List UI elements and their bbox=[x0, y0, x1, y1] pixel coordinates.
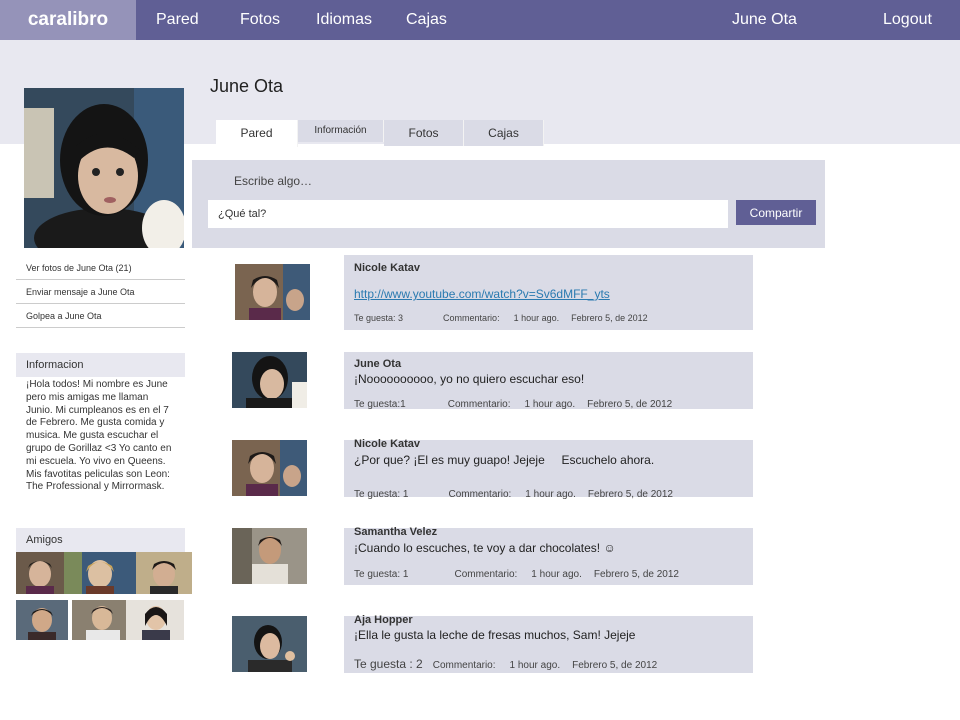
post-meta: Te guesta: 1 Commentario: 1 hour ago. Febre… bbox=[354, 569, 699, 580]
post-author-avatar[interactable] bbox=[232, 616, 307, 672]
friends-header: Amigos bbox=[16, 528, 185, 552]
tab-cajas[interactable]: Cajas bbox=[464, 120, 544, 146]
wall-post: Aja Hopper ¡Ella le gusta la leche de fr… bbox=[344, 614, 753, 673]
post-comment-link[interactable]: Commentario: bbox=[454, 569, 517, 580]
post-likes[interactable]: Te guesta : 2 bbox=[354, 657, 423, 671]
tab-pared[interactable]: Pared bbox=[216, 120, 298, 147]
post-author[interactable]: Aja Hopper bbox=[354, 614, 413, 626]
friend-photo[interactable] bbox=[64, 552, 136, 594]
post-comment-link[interactable]: Commentario: bbox=[448, 399, 511, 410]
post-author[interactable]: Samantha Velez bbox=[354, 526, 437, 538]
post-body: ¡Noooooooooo, yo no quiero escuchar eso! bbox=[354, 372, 585, 386]
post-author-avatar[interactable] bbox=[235, 264, 310, 320]
post-likes[interactable]: Te guesta:1 bbox=[354, 399, 406, 410]
post-likes[interactable]: Te guesta: 1 bbox=[354, 489, 408, 500]
post-likes[interactable]: Te guesta: 1 bbox=[354, 569, 408, 580]
post-author[interactable]: Nicole Katav bbox=[354, 262, 420, 274]
post-meta: Te guesta : 2 Commentario: 1 hour ago. Febr… bbox=[354, 657, 677, 671]
wall-post: Nicole Katav http://www.youtube.com/watc… bbox=[344, 255, 753, 330]
share-button[interactable]: Compartir bbox=[736, 200, 816, 225]
info-text: ¡Hola todos! Mi nombre es June pero mis … bbox=[26, 379, 172, 493]
post-link[interactable]: http://www.youtube.com/watch?v=Sv6dMFF_y… bbox=[354, 287, 610, 301]
post-likes[interactable]: Te guesta: 3 bbox=[354, 313, 403, 323]
tab-informacion[interactable]: Información bbox=[298, 120, 384, 142]
post-time: 1 hour ago. bbox=[531, 569, 582, 580]
friend-photo[interactable] bbox=[136, 552, 192, 594]
post-date: Febrero 5, de 2012 bbox=[571, 313, 648, 323]
friend-photo[interactable] bbox=[72, 600, 126, 640]
info-header: Informacion bbox=[16, 353, 185, 377]
post-date: Febrero 5, de 2012 bbox=[587, 489, 673, 500]
logout-link[interactable]: Logout bbox=[883, 0, 932, 40]
wall-post: Samantha Velez ¡Cuando lo escuches, te v… bbox=[344, 526, 753, 585]
post-author-avatar[interactable] bbox=[232, 352, 307, 408]
post-author[interactable]: June Ota bbox=[354, 358, 401, 370]
post-body: ¡Cuando lo escuches, te voy a dar chocol… bbox=[354, 541, 616, 555]
post-comment-link[interactable]: Commentario: bbox=[443, 313, 500, 323]
top-nav-bar: caralibro Pared Fotos Idiomas Cajas June… bbox=[0, 0, 960, 40]
post-time: 1 hour ago. bbox=[513, 313, 560, 323]
view-photos-link[interactable]: Ver fotos de June Ota (21) bbox=[16, 256, 185, 280]
post-meta: Te guesta: 1 Commentario: 1 hour ago. Febre… bbox=[354, 489, 693, 500]
nav-user-name[interactable]: June Ota bbox=[732, 0, 797, 40]
friend-photo[interactable] bbox=[16, 552, 64, 594]
friend-photo[interactable] bbox=[16, 600, 68, 640]
post-author-avatar[interactable] bbox=[232, 440, 307, 496]
post-comment-link[interactable]: Commentario: bbox=[433, 660, 496, 671]
post-date: Febrero 5, de 2012 bbox=[593, 569, 679, 580]
post-date: Febrero 5, de 2012 bbox=[587, 399, 673, 410]
post-time: 1 hour ago. bbox=[525, 489, 576, 500]
post-time: 1 hour ago. bbox=[524, 399, 576, 410]
nav-cajas[interactable]: Cajas bbox=[406, 0, 447, 40]
poke-link[interactable]: Golpea a June Ota bbox=[16, 304, 185, 328]
composer-label: Escribe algo… bbox=[234, 174, 313, 188]
post-meta: Te guesta:1 Commentario: 1 hour ago. Febrer… bbox=[354, 399, 692, 410]
site-logo[interactable]: caralibro bbox=[0, 0, 136, 40]
status-input[interactable] bbox=[208, 200, 728, 228]
post-date: Febrero 5, de 2012 bbox=[572, 660, 658, 671]
post-meta: Te guesta: 3 Commentario: 1 hour ago. Febre… bbox=[354, 313, 668, 323]
nav-fotos[interactable]: Fotos bbox=[240, 0, 280, 40]
post-body: ¿Por que? ¡El es muy guapo! Jejeje Escuc… bbox=[354, 453, 655, 467]
nav-idiomas[interactable]: Idiomas bbox=[316, 0, 372, 40]
friend-photo[interactable] bbox=[126, 600, 184, 640]
profile-photo[interactable] bbox=[24, 88, 184, 248]
profile-name: June Ota bbox=[210, 76, 284, 96]
wall-post: June Ota ¡Noooooooooo, yo no quiero escu… bbox=[344, 352, 753, 410]
post-author[interactable]: Nicole Katav bbox=[354, 438, 420, 450]
post-author-avatar[interactable] bbox=[232, 528, 307, 584]
tab-fotos[interactable]: Fotos bbox=[384, 120, 464, 146]
post-body: ¡Ella le gusta la leche de fresas muchos… bbox=[354, 628, 636, 642]
post-comment-link[interactable]: Commentario: bbox=[448, 489, 511, 500]
post-composer: Escribe algo… Compartir bbox=[192, 160, 825, 248]
wall-post: Nicole Katav ¿Por que? ¡El es muy guapo!… bbox=[344, 438, 753, 500]
post-time: 1 hour ago. bbox=[509, 660, 561, 671]
send-message-link[interactable]: Enviar mensaje a June Ota bbox=[16, 280, 185, 304]
nav-pared[interactable]: Pared bbox=[156, 0, 199, 40]
